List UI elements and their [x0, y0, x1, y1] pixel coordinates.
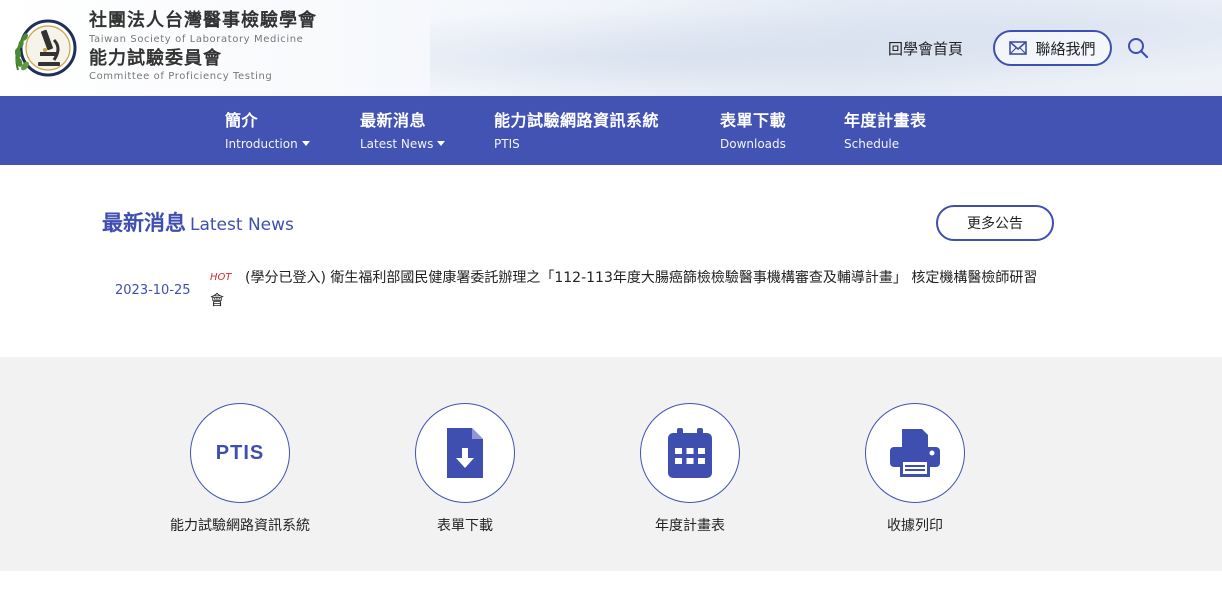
nav-item-label-en: Schedule: [844, 137, 900, 151]
quick-link-receipt-print[interactable]: 收據列印: [835, 403, 995, 535]
nav-item-label-en: Latest News: [360, 137, 434, 151]
nav-item-label-en: PTIS: [494, 137, 520, 151]
nav-item-latest-news[interactable]: 最新消息 Latest News: [360, 110, 446, 152]
site-header: 社團法人台灣醫事檢驗學會 Taiwan Society of Laborator…: [0, 0, 1222, 96]
ptis-icon-text: PTIS: [215, 441, 265, 464]
nav-item-label-zh: 年度計畫表: [844, 111, 927, 130]
nav-item-label-zh: 最新消息: [360, 111, 427, 130]
chevron-down-icon: [437, 141, 446, 146]
committee-name-en: Committee of Proficiency Testing: [89, 71, 273, 82]
nav-item-schedule[interactable]: 年度計畫表 Schedule: [844, 110, 927, 152]
committee-name-zh: 能力試驗委員會: [89, 48, 222, 69]
ptis-icon: PTIS: [190, 403, 290, 503]
search-icon[interactable]: [1127, 37, 1149, 59]
quick-link-circle: [865, 403, 965, 503]
society-logo[interactable]: [10, 16, 78, 82]
quick-link-downloads[interactable]: 表單下載: [385, 403, 545, 535]
news-date: 2023-10-25: [115, 283, 191, 298]
quick-link-label: 能力試驗網路資訊系統: [170, 518, 310, 534]
file-download-icon: [447, 428, 483, 478]
society-home-link[interactable]: 回學會首頁: [888, 38, 963, 59]
quick-link-circle: [640, 403, 740, 503]
nav-item-label-zh: 表單下載: [720, 111, 787, 130]
main-nav: 簡介 Introduction 最新消息 Latest News 能力試驗網路資…: [0, 96, 1222, 165]
org-name-zh: 社團法人台灣醫事檢驗學會: [89, 10, 317, 31]
envelope-icon: [1009, 41, 1028, 55]
quick-link-label: 收據列印: [887, 518, 943, 534]
nav-item-ptis[interactable]: 能力試驗網路資訊系統 PTIS: [494, 110, 659, 152]
news-title-zh: 最新消息: [102, 211, 186, 235]
nav-item-label-zh: 簡介: [225, 111, 259, 130]
quick-link-label: 年度計畫表: [655, 518, 725, 534]
printer-icon: [890, 429, 940, 477]
news-section-title: 最新消息 Latest News: [102, 207, 294, 237]
quick-link-schedule[interactable]: 年度計畫表: [610, 403, 770, 535]
nav-item-introduction[interactable]: 簡介 Introduction: [225, 110, 310, 152]
calendar-icon: [668, 428, 712, 478]
quick-link-label: 表單下載: [437, 518, 493, 534]
quick-link-circle: [415, 403, 515, 503]
nav-item-label-en: Introduction: [225, 137, 298, 151]
nav-item-label-zh: 能力試驗網路資訊系統: [494, 111, 660, 130]
brand-text[interactable]: 社團法人台灣醫事檢驗學會 Taiwan Society of Laborator…: [89, 9, 317, 83]
nav-item-label-en: Downloads: [720, 137, 786, 151]
nav-item-downloads[interactable]: 表單下載 Downloads: [720, 110, 786, 152]
quick-links-section: PTIS 能力試驗網路資訊系統 表單下載 年度計畫表 收據列印: [0, 357, 1222, 571]
news-title-en: Latest News: [190, 215, 294, 235]
contact-us-label: 聯絡我們: [1035, 39, 1096, 58]
chevron-down-icon: [301, 141, 310, 146]
more-announcements-button[interactable]: 更多公告: [936, 205, 1054, 241]
news-item-link[interactable]: (學分已登入) 衛生福利部國民健康署委託辦理之「112-113年度大腸癌篩檢檢驗…: [210, 267, 1050, 313]
contact-us-button[interactable]: 聯絡我們: [993, 30, 1112, 66]
org-name-en: Taiwan Society of Laboratory Medicine: [89, 34, 304, 45]
quick-link-ptis[interactable]: PTIS 能力試驗網路資訊系統: [160, 403, 320, 535]
